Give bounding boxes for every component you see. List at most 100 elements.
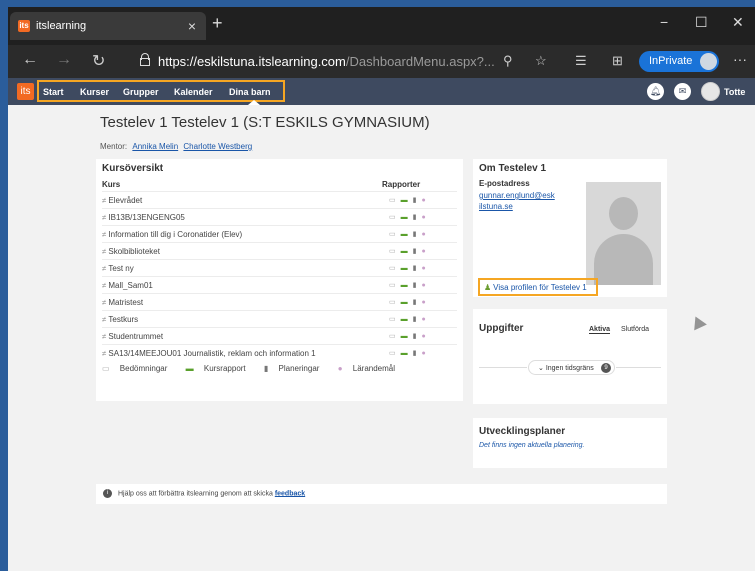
- planning-icon[interactable]: ▮: [413, 299, 417, 306]
- profile-card: Om Testelev 1 E-postadress gunnar.englun…: [473, 159, 667, 297]
- learning-goal-icon[interactable]: ●: [421, 197, 425, 204]
- tab-active[interactable]: Aktiva: [589, 326, 611, 334]
- inprivate-button[interactable]: InPrivate: [639, 51, 719, 72]
- planning-icon[interactable]: ▮: [413, 231, 417, 238]
- mentor-link-1[interactable]: Annika Melin: [132, 142, 178, 151]
- back-arrow-icon[interactable]: ←: [22, 51, 38, 69]
- course-label: Test ny: [108, 264, 134, 273]
- learning-goal-icon[interactable]: ●: [421, 214, 425, 221]
- email-link[interactable]: gunnar.englund@esk ilstuna.se: [479, 190, 555, 212]
- learning-goal-icon[interactable]: ●: [421, 282, 425, 289]
- new-tab-button[interactable]: +: [212, 13, 223, 34]
- nav-dina-barn[interactable]: Dina barn: [229, 87, 271, 97]
- refresh-icon[interactable]: ↻: [92, 51, 105, 71]
- favorites-list-icon[interactable]: ☰: [575, 53, 587, 69]
- course-name[interactable]: ≠ Testkurs: [102, 315, 138, 324]
- course-report-icon[interactable]: ▬: [401, 248, 408, 255]
- course-row: ≠ Elevrådet ▭ ▬ ▮ ●: [102, 191, 457, 208]
- course-column-header: Kurs: [102, 180, 121, 189]
- favorite-star-icon[interactable]: ☆: [535, 53, 547, 69]
- tab-close-icon[interactable]: ×: [188, 18, 196, 34]
- nav-start[interactable]: Start: [43, 87, 64, 97]
- course-name[interactable]: ≠ Elevrådet: [102, 196, 142, 205]
- notifications-bell-icon[interactable]: 🔔︎: [647, 83, 664, 100]
- course-report-icon[interactable]: ▬: [401, 333, 408, 340]
- course-name[interactable]: ≠ Mall_Sam01: [102, 281, 153, 290]
- course-report-icon[interactable]: ▬: [401, 299, 408, 306]
- plans-empty-text: Det finns ingen aktuella planering.: [479, 442, 585, 449]
- nav-grupper[interactable]: Grupper: [123, 87, 159, 97]
- mentor-link-2[interactable]: Charlotte Westberg: [183, 142, 252, 151]
- itslearning-logo[interactable]: its: [17, 83, 34, 100]
- course-report-icon[interactable]: ▬: [401, 350, 408, 357]
- assessment-icon[interactable]: ▭: [389, 248, 396, 255]
- nav-kalender[interactable]: Kalender: [174, 87, 213, 97]
- user-name[interactable]: Totte: [724, 87, 745, 97]
- course-name[interactable]: ≠ Test ny: [102, 264, 134, 273]
- assessment-icon[interactable]: ▭: [389, 231, 396, 238]
- minimize-button[interactable]: −: [660, 14, 668, 30]
- learning-goal-icon[interactable]: ●: [421, 299, 425, 306]
- course-report-icon[interactable]: ▬: [401, 316, 408, 323]
- learning-goal-icon[interactable]: ●: [421, 333, 425, 340]
- course-label: Matristest: [108, 298, 144, 307]
- course-report-icon[interactable]: ▬: [401, 282, 408, 289]
- learning-goal-icon[interactable]: ●: [421, 350, 425, 357]
- planning-icon[interactable]: ▮: [413, 316, 417, 323]
- report-icons: ▭ ▬ ▮ ●: [389, 196, 431, 204]
- planning-icon[interactable]: ▮: [413, 333, 417, 340]
- maximize-button[interactable]: ☐: [695, 14, 708, 31]
- user-avatar[interactable]: [701, 82, 720, 101]
- tab-completed[interactable]: Slutförda: [621, 326, 649, 333]
- legend-label: Lärandemål: [352, 364, 396, 373]
- learning-goal-icon[interactable]: ●: [421, 248, 425, 255]
- more-menu-icon[interactable]: ···: [733, 51, 747, 67]
- planning-icon[interactable]: ▮: [413, 248, 417, 255]
- learning-goal-icon[interactable]: ●: [421, 265, 425, 272]
- deadline-filter[interactable]: ⌄ Ingen tidsgräns 9: [528, 360, 615, 375]
- assessment-icon[interactable]: ▭: [389, 214, 396, 221]
- assessment-icon[interactable]: ▭: [389, 350, 396, 357]
- chevron-down-icon: ⌄: [538, 365, 544, 372]
- course-name[interactable]: ≠ Information till dig i Coronatider (Ele…: [102, 230, 242, 239]
- zoom-icon[interactable]: ⚲: [503, 53, 513, 69]
- divider: [479, 367, 527, 368]
- url-field[interactable]: https://eskilstuna.itslearning.com/Dashb…: [158, 54, 495, 69]
- planning-icon[interactable]: ▮: [413, 350, 417, 357]
- planning-icon[interactable]: ▮: [413, 282, 417, 289]
- planning-icon[interactable]: ▮: [413, 214, 417, 221]
- course-name[interactable]: ≠ Skolbiblioteket: [102, 247, 160, 256]
- planning-icon[interactable]: ▮: [413, 265, 417, 272]
- forward-arrow-icon[interactable]: →: [56, 51, 72, 69]
- assessment-icon: ▭: [102, 364, 110, 373]
- assessment-icon[interactable]: ▭: [389, 333, 396, 340]
- learning-goal-icon[interactable]: ●: [421, 316, 425, 323]
- course-name[interactable]: ≠ Studentrummet: [102, 332, 163, 341]
- profile-heading: Om Testelev 1: [479, 163, 547, 174]
- assessment-icon[interactable]: ▭: [389, 316, 396, 323]
- assessment-icon[interactable]: ▭: [389, 265, 396, 272]
- assessment-icon[interactable]: ▭: [389, 282, 396, 289]
- course-report-icon[interactable]: ▬: [401, 265, 408, 272]
- course-report-icon[interactable]: ▬: [401, 197, 408, 204]
- messages-icon[interactable]: ✉: [674, 83, 691, 100]
- legend-learning-goals: ● Lärandemål: [338, 364, 403, 373]
- course-name[interactable]: ≠ SA13/14MEEJOU01 Journalistik, reklam oc…: [102, 349, 316, 358]
- course-report-icon[interactable]: ▬: [401, 231, 408, 238]
- assessment-icon[interactable]: ▭: [389, 197, 396, 204]
- inprivate-label: InPrivate: [649, 55, 693, 67]
- course-name[interactable]: ≠ IB13B/13ENGENG05: [102, 213, 185, 222]
- planning-icon[interactable]: ▮: [413, 197, 417, 204]
- nav-kurser[interactable]: Kurser: [80, 87, 109, 97]
- close-window-button[interactable]: ✕: [732, 14, 744, 31]
- course-report-icon: ▬: [185, 364, 194, 373]
- assessment-icon[interactable]: ▭: [389, 299, 396, 306]
- lock-icon: [140, 53, 150, 66]
- course-name[interactable]: ≠ Matristest: [102, 298, 143, 307]
- course-report-icon[interactable]: ▬: [401, 214, 408, 221]
- learning-goal-icon[interactable]: ●: [421, 231, 425, 238]
- collections-icon[interactable]: ⊞: [612, 53, 623, 69]
- view-profile-link[interactable]: ♟ Visa profilen för Testelev 1: [478, 278, 598, 296]
- browser-tab[interactable]: its itslearning ×: [10, 12, 206, 40]
- feedback-link[interactable]: feedback: [275, 490, 305, 497]
